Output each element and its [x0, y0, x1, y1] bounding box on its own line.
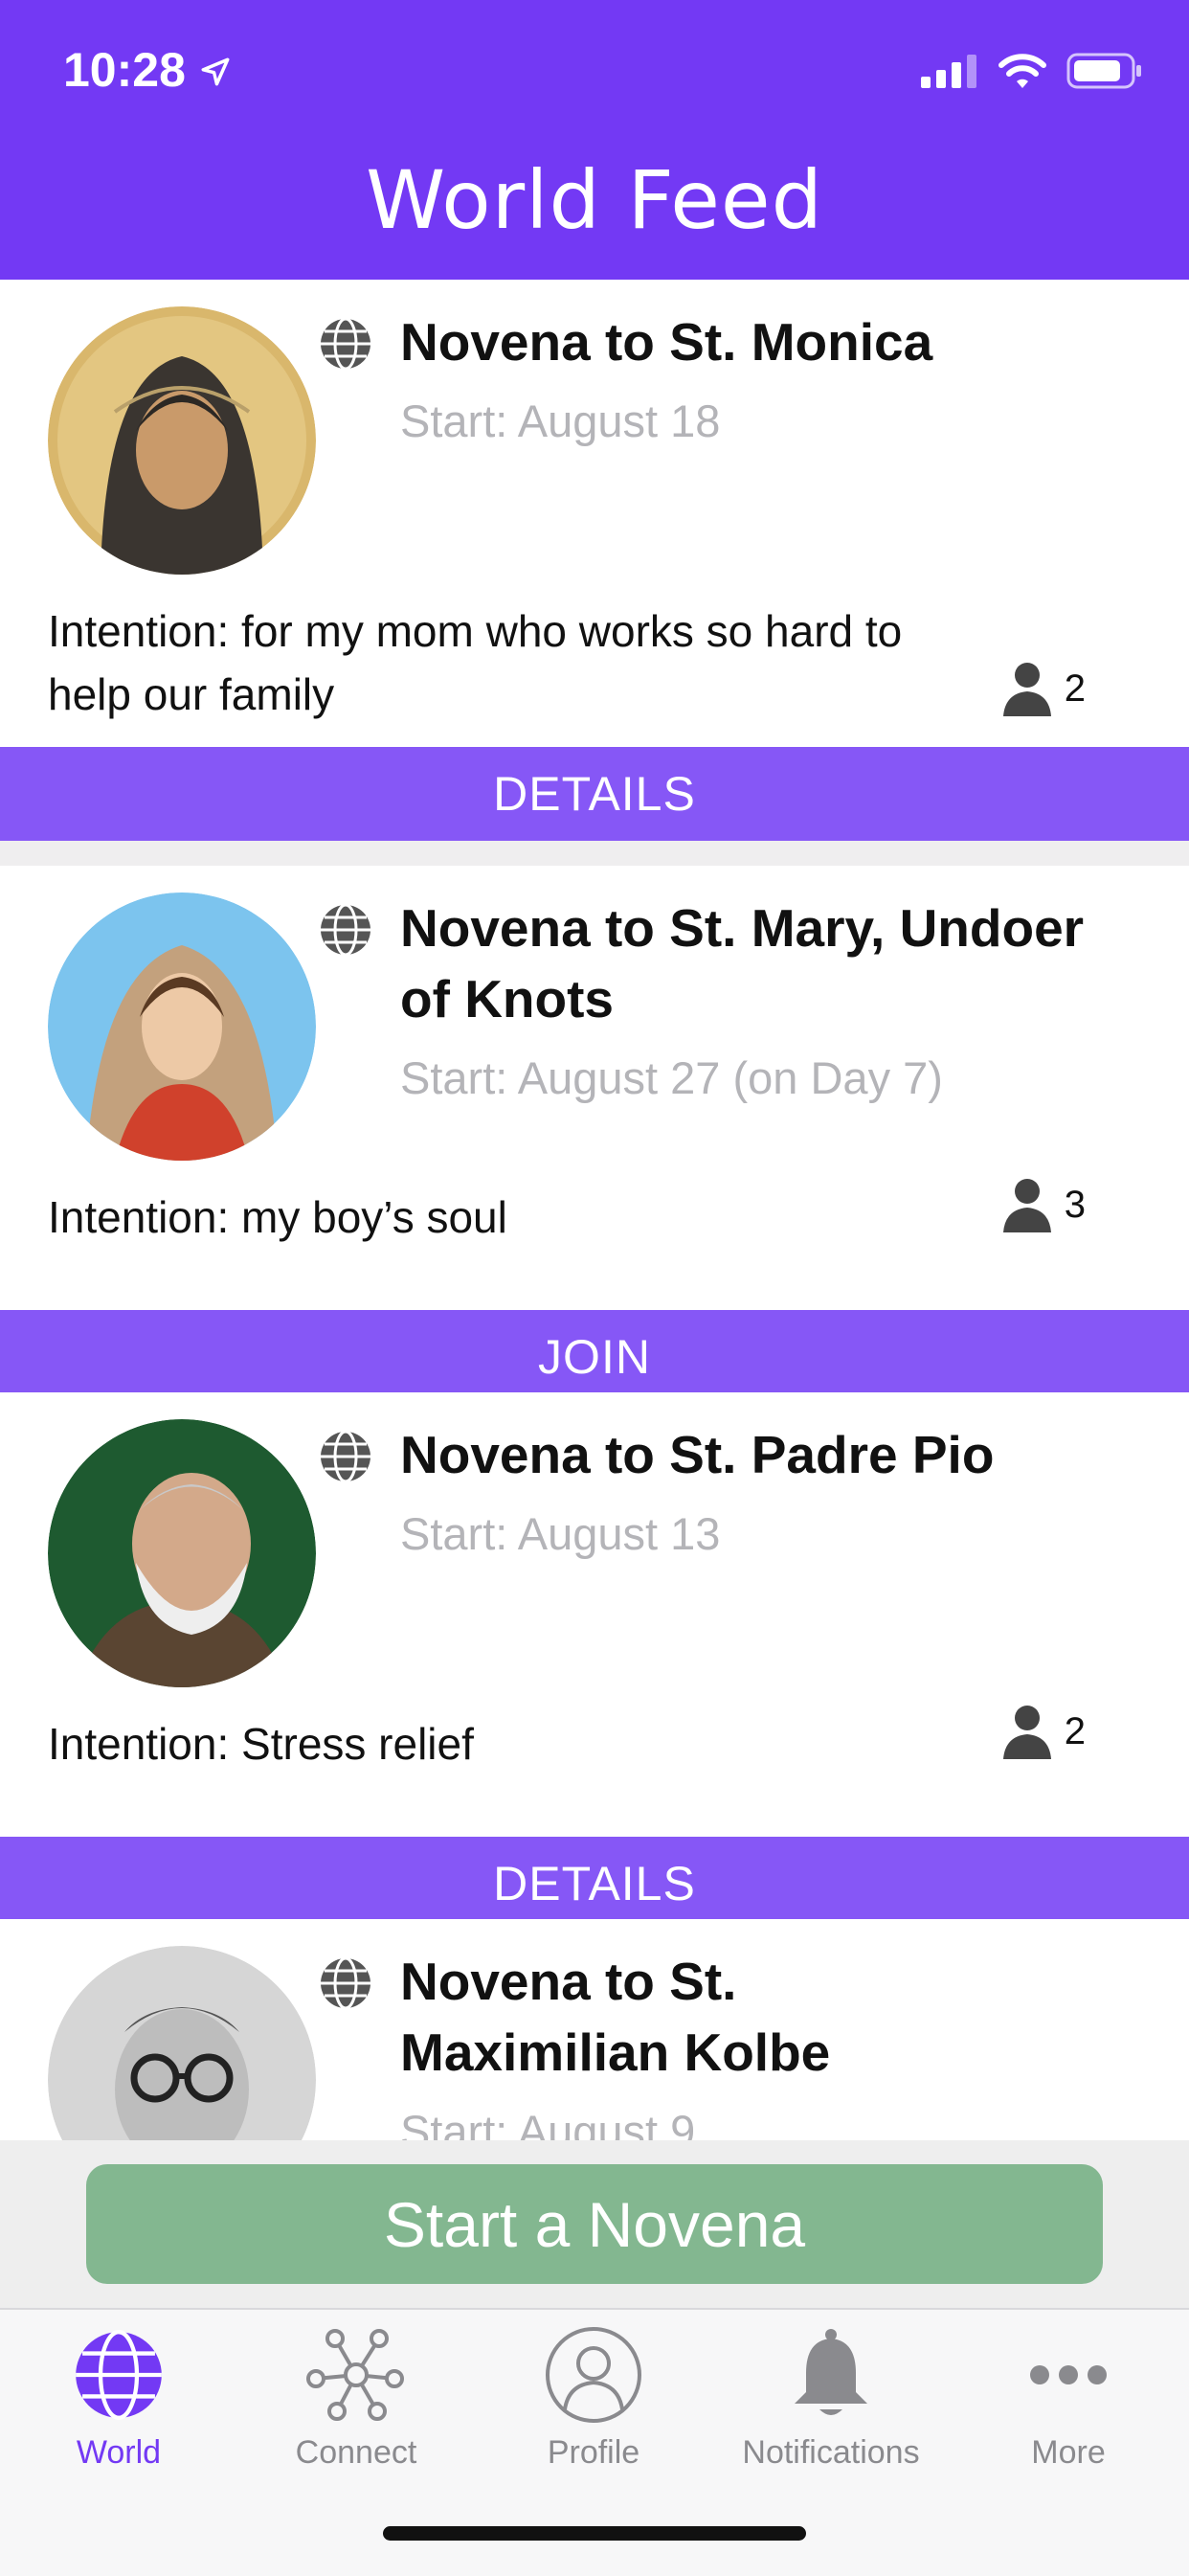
member-count-value: 2	[1064, 1709, 1086, 1752]
location-arrow-icon	[201, 57, 230, 86]
person-icon	[1002, 1179, 1051, 1232]
member-count: 3	[1001, 1177, 1086, 1232]
novena-card[interactable]: Novena to St. Mary, Undoer of Knots Star…	[0, 866, 1189, 1404]
status-time: 10:28	[63, 43, 186, 97]
network-icon	[306, 2329, 404, 2421]
globe-icon	[76, 2330, 162, 2420]
novena-intention: Intention: my boy’s soul	[48, 1192, 507, 1242]
battery-icon	[1066, 53, 1141, 89]
novena-title: Novena to St. Monica	[400, 312, 933, 372]
person-icon	[1002, 663, 1051, 716]
profile-icon	[546, 2327, 641, 2423]
person-icon	[1002, 1706, 1051, 1759]
tab-connect-label: Connect	[295, 2434, 417, 2471]
home-indicator	[383, 2526, 806, 2541]
more-icon	[1030, 2365, 1107, 2384]
tab-world-label: World	[76, 2434, 162, 2471]
header: 10:28 World Feed	[0, 0, 1189, 280]
start-novena-bar: Start a Novena	[0, 2140, 1189, 2308]
start-novena-button[interactable]: Start a Novena	[86, 2164, 1103, 2284]
saint-image	[48, 1419, 316, 1687]
novena-card[interactable]: Novena to St. Monica Start: August 18 In…	[0, 280, 1189, 841]
tab-more-label: More	[1031, 2434, 1106, 2471]
wifi-icon	[998, 54, 1046, 88]
page-title: World Feed	[366, 153, 823, 247]
member-count: 2	[1001, 661, 1086, 716]
novena-card[interactable]: Novena to St. Maximilian Kolbe Start: Au…	[0, 1919, 1189, 2140]
join-button[interactable]: JOIN	[0, 1310, 1189, 1404]
novena-start-date: Start: August 13	[400, 1508, 721, 1559]
details-button[interactable]: DETAILS	[0, 1837, 1189, 1931]
novena-title: Novena to St. Maximilian Kolbe	[400, 1952, 831, 2082]
bell-icon	[795, 2329, 867, 2415]
globe-icon	[321, 903, 370, 957]
tab-profile-label: Profile	[547, 2434, 640, 2471]
saint-image	[48, 893, 316, 1161]
tab-more[interactable]: More	[950, 2310, 1187, 2482]
member-count: 2	[1001, 1704, 1086, 1759]
signal-icon	[921, 55, 976, 88]
tab-notifications[interactable]: Notifications	[712, 2310, 950, 2482]
details-button[interactable]: DETAILS	[0, 747, 1189, 841]
novena-card[interactable]: Novena to St. Padre Pio Start: August 13…	[0, 1392, 1189, 1931]
saint-image	[48, 306, 316, 575]
novena-start-date: Start: August 18	[400, 395, 721, 446]
globe-icon	[321, 1430, 370, 1483]
novena-title: Novena to St. Padre Pio	[400, 1425, 995, 1484]
novena-intention: Intention: for my mom who works so hard …	[48, 606, 903, 719]
member-count-value: 3	[1064, 1183, 1086, 1226]
globe-icon	[321, 1956, 370, 2010]
novena-start-date: Start: August 9	[400, 2106, 696, 2140]
globe-icon	[321, 317, 370, 371]
member-count-value: 2	[1064, 667, 1086, 710]
novena-title: Novena to St. Mary, Undoer of Knots	[400, 898, 1085, 1028]
novena-start-date: Start: August 27 (on Day 7)	[400, 1052, 943, 1103]
novena-intention: Intention: Stress relief	[48, 1719, 474, 1769]
saint-image	[48, 1946, 316, 2140]
tab-notifications-label: Notifications	[742, 2434, 920, 2471]
tab-world[interactable]: World	[0, 2310, 237, 2482]
tab-connect[interactable]: Connect	[237, 2310, 475, 2482]
world-feed-list[interactable]: Novena to St. Monica Start: August 18 In…	[0, 280, 1189, 2140]
tab-profile[interactable]: Profile	[475, 2310, 712, 2482]
